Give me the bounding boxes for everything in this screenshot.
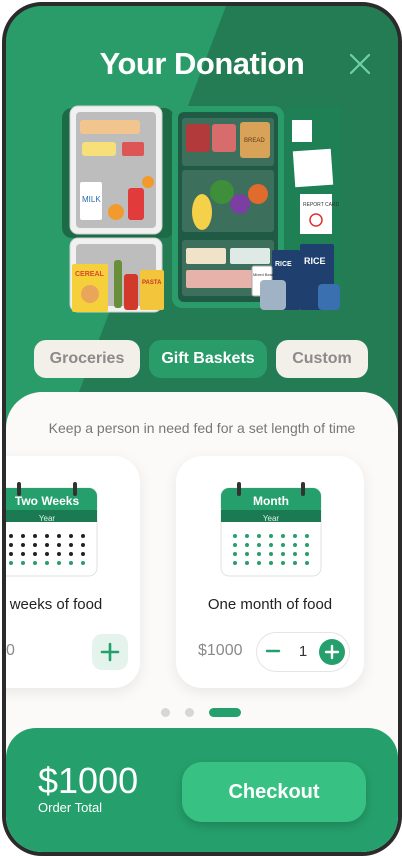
checkout-button[interactable]: Checkout [182, 762, 366, 822]
pagination-dot[interactable] [161, 708, 170, 717]
calendar-subtitle: Year [262, 514, 280, 523]
option-card-two-weeks[interactable]: Two Weeks Year weeks of food 0 [6, 456, 140, 688]
pagination-dot[interactable] [185, 708, 194, 717]
report-card-label: REPORT CARD [303, 202, 340, 208]
order-total-label: Order Total [38, 800, 103, 815]
pasta-label: PASTA [142, 280, 162, 286]
calendar-subtitle: Year [38, 514, 56, 523]
rice-label-2: RICE [304, 256, 326, 266]
calendar-title: Month [253, 494, 289, 508]
plus-icon [324, 644, 340, 660]
quantity-stepper: 1 [256, 632, 350, 672]
order-total-amount: $1000 [38, 760, 139, 801]
beans-label: Mixed Beans [253, 272, 276, 277]
checkout-footer: $1000 Order Total Checkout [6, 728, 398, 852]
milk-label: MILK [82, 195, 101, 204]
tab-custom[interactable]: Custom [276, 340, 368, 378]
donation-type-tabs: Groceries Gift Baskets Custom [6, 340, 398, 380]
carousel-pagination [6, 708, 398, 718]
tab-groceries[interactable]: Groceries [34, 340, 140, 378]
increment-button[interactable] [319, 639, 345, 665]
app-frame: Your Donation MILK CEREAL PASTA BREAD RE… [2, 2, 402, 856]
option-price: 0 [6, 642, 15, 659]
option-description: weeks of food [9, 596, 103, 613]
phone-screen: Your Donation MILK CEREAL PASTA BREAD RE… [0, 0, 402, 856]
bread-label: BREAD [244, 138, 265, 144]
option-price: $1000 [198, 642, 243, 659]
rice-label-1: RICE [275, 261, 292, 268]
option-description: One month of food [207, 596, 333, 613]
add-button[interactable] [92, 634, 128, 670]
tab-gift-baskets[interactable]: Gift Baskets [149, 340, 267, 378]
quantity-value[interactable]: 1 [295, 643, 311, 660]
plus-icon [100, 642, 120, 662]
close-icon[interactable] [348, 52, 372, 76]
page-title: Your Donation [99, 46, 305, 81]
calendar-title: Two Weeks [14, 494, 80, 508]
option-card-month[interactable]: Month Year One month of food $1000 1 [176, 456, 364, 688]
cereal-label: CEREAL [75, 271, 105, 278]
grocery-fridge-illustration: MILK CEREAL PASTA BREAD REPORT CARD RICE… [62, 105, 342, 313]
section-subtitle: Keep a person in need fed for a set leng… [48, 420, 356, 436]
pagination-dot-active[interactable] [209, 708, 241, 717]
minus-icon[interactable] [265, 643, 281, 659]
